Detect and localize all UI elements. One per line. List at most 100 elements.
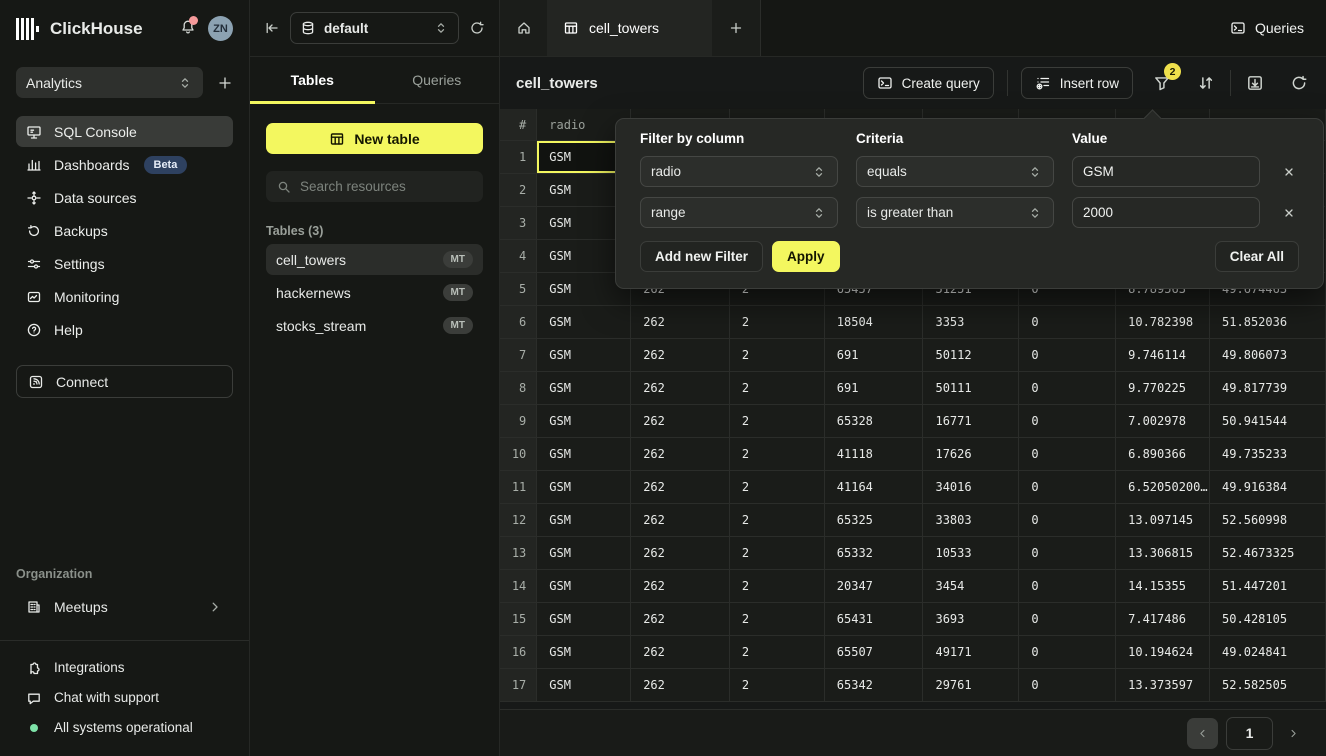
grid-cell[interactable]: 16771 — [923, 405, 1019, 438]
grid-cell[interactable]: 691 — [825, 372, 924, 405]
integrations-link[interactable]: Integrations — [26, 657, 223, 678]
grid-cell[interactable]: 50.941544 — [1210, 405, 1326, 438]
grid-cell[interactable]: 2 — [730, 504, 825, 537]
remove-filter-button[interactable] — [1281, 205, 1297, 221]
insert-row-button[interactable]: Insert row — [1021, 67, 1133, 99]
sidebar-item-monitoring[interactable]: Monitoring — [16, 281, 233, 312]
grid-cell[interactable]: 691 — [825, 339, 924, 372]
grid-cell[interactable]: 34016 — [923, 471, 1019, 504]
new-table-button[interactable]: New table — [266, 123, 483, 154]
grid-cell[interactable]: 51.447201 — [1210, 570, 1326, 603]
grid-cell[interactable]: 52.4673325 — [1210, 537, 1326, 570]
grid-cell[interactable]: 262 — [631, 405, 730, 438]
sidebar-item-help[interactable]: Help — [16, 314, 233, 345]
grid-cell[interactable]: GSM — [537, 669, 631, 702]
connect-button[interactable]: Connect — [16, 365, 233, 398]
sidebar-item-backups[interactable]: Backups — [16, 215, 233, 246]
grid-cell[interactable]: 50111 — [923, 372, 1019, 405]
grid-cell[interactable]: 49.916384 — [1210, 471, 1326, 504]
grid-cell[interactable]: 2 — [730, 537, 825, 570]
grid-cell[interactable]: 0 — [1019, 405, 1116, 438]
grid-cell[interactable]: 0 — [1019, 537, 1116, 570]
grid-cell[interactable]: 50112 — [923, 339, 1019, 372]
grid-cell[interactable]: 2 — [730, 306, 825, 339]
apply-filter-button[interactable]: Apply — [772, 241, 840, 272]
grid-cell[interactable]: 7.002978 — [1116, 405, 1210, 438]
grid-cell[interactable]: 51.852036 — [1210, 306, 1326, 339]
grid-cell[interactable]: 2 — [730, 405, 825, 438]
table-item-cell-towers[interactable]: cell_towers MT — [266, 244, 483, 275]
grid-cell[interactable]: GSM — [537, 471, 631, 504]
grid-cell[interactable]: 262 — [631, 306, 730, 339]
grid-cell[interactable]: 6.52050200… — [1116, 471, 1210, 504]
grid-cell[interactable]: 17626 — [923, 438, 1019, 471]
grid-cell[interactable]: 9.770225 — [1116, 372, 1210, 405]
clear-all-filters-button[interactable]: Clear All — [1215, 241, 1299, 272]
grid-cell[interactable]: 10.194624 — [1116, 636, 1210, 669]
grid-cell[interactable]: 49.817739 — [1210, 372, 1326, 405]
grid-cell[interactable]: 0 — [1019, 669, 1116, 702]
filter-criteria-select[interactable]: is greater than — [856, 197, 1054, 228]
grid-cell[interactable]: GSM — [537, 636, 631, 669]
grid-cell[interactable]: 33803 — [923, 504, 1019, 537]
grid-cell[interactable]: 0 — [1019, 471, 1116, 504]
grid-cell[interactable]: 13.306815 — [1116, 537, 1210, 570]
next-page-button[interactable] — [1287, 727, 1300, 740]
grid-cell[interactable]: 6.890366 — [1116, 438, 1210, 471]
grid-cell[interactable]: 65507 — [825, 636, 924, 669]
grid-cell[interactable]: 0 — [1019, 636, 1116, 669]
grid-cell[interactable]: 262 — [631, 339, 730, 372]
new-tab-button[interactable] — [712, 0, 760, 56]
grid-cell[interactable]: 7.417486 — [1116, 603, 1210, 636]
grid-cell[interactable]: 20347 — [825, 570, 924, 603]
database-select[interactable]: default — [290, 12, 459, 44]
grid-cell[interactable]: 13.373597 — [1116, 669, 1210, 702]
tab-queries[interactable]: Queries — [375, 57, 500, 103]
grid-cell[interactable]: 2 — [730, 669, 825, 702]
grid-cell[interactable]: 10.782398 — [1116, 306, 1210, 339]
sidebar-item-settings[interactable]: Settings — [16, 248, 233, 279]
grid-cell[interactable]: 52.582505 — [1210, 669, 1326, 702]
filter-column-select[interactable]: radio — [640, 156, 838, 187]
grid-cell[interactable]: 0 — [1019, 570, 1116, 603]
refresh-tables-button[interactable] — [469, 20, 485, 36]
search-resources-input[interactable] — [300, 179, 473, 194]
previous-page-button[interactable] — [1187, 718, 1218, 749]
grid-cell[interactable]: 2 — [730, 471, 825, 504]
avatar[interactable]: ZN — [208, 16, 233, 41]
grid-cell[interactable]: 0 — [1019, 504, 1116, 537]
grid-cell[interactable]: 262 — [631, 570, 730, 603]
grid-cell[interactable]: GSM — [537, 372, 631, 405]
grid-cell[interactable]: GSM — [537, 570, 631, 603]
grid-cell[interactable]: 10533 — [923, 537, 1019, 570]
table-item-hackernews[interactable]: hackernews MT — [266, 277, 483, 308]
grid-cell[interactable]: GSM — [537, 306, 631, 339]
collapse-panel-button[interactable] — [264, 20, 280, 36]
grid-cell[interactable]: 2 — [730, 603, 825, 636]
remove-filter-button[interactable] — [1281, 164, 1297, 180]
filter-column-select[interactable]: range — [640, 197, 838, 228]
create-query-button[interactable]: Create query — [863, 67, 994, 99]
grid-cell[interactable]: 2 — [730, 339, 825, 372]
grid-cell[interactable]: GSM — [537, 603, 631, 636]
grid-cell[interactable]: 262 — [631, 504, 730, 537]
grid-cell[interactable]: 14.15355 — [1116, 570, 1210, 603]
grid-cell[interactable]: 0 — [1019, 603, 1116, 636]
refresh-data-button[interactable] — [1288, 72, 1310, 94]
grid-cell[interactable]: 13.097145 — [1116, 504, 1210, 537]
grid-cell[interactable]: 2 — [730, 438, 825, 471]
grid-cell[interactable]: 29761 — [923, 669, 1019, 702]
filter-criteria-select[interactable]: equals — [856, 156, 1054, 187]
filter-button[interactable]: 2 — [1151, 72, 1173, 94]
grid-cell[interactable]: 50.428105 — [1210, 603, 1326, 636]
sidebar-item-data-sources[interactable]: Data sources — [16, 182, 233, 213]
grid-cell[interactable]: 65431 — [825, 603, 924, 636]
grid-cell[interactable]: 3454 — [923, 570, 1019, 603]
add-workspace-button[interactable] — [217, 75, 233, 91]
filter-value-input[interactable] — [1072, 156, 1260, 187]
grid-cell[interactable]: 2 — [730, 570, 825, 603]
grid-cell[interactable]: 262 — [631, 669, 730, 702]
grid-cell[interactable]: 52.560998 — [1210, 504, 1326, 537]
grid-cell[interactable]: 0 — [1019, 339, 1116, 372]
system-status-link[interactable]: All systems operational — [26, 717, 223, 738]
